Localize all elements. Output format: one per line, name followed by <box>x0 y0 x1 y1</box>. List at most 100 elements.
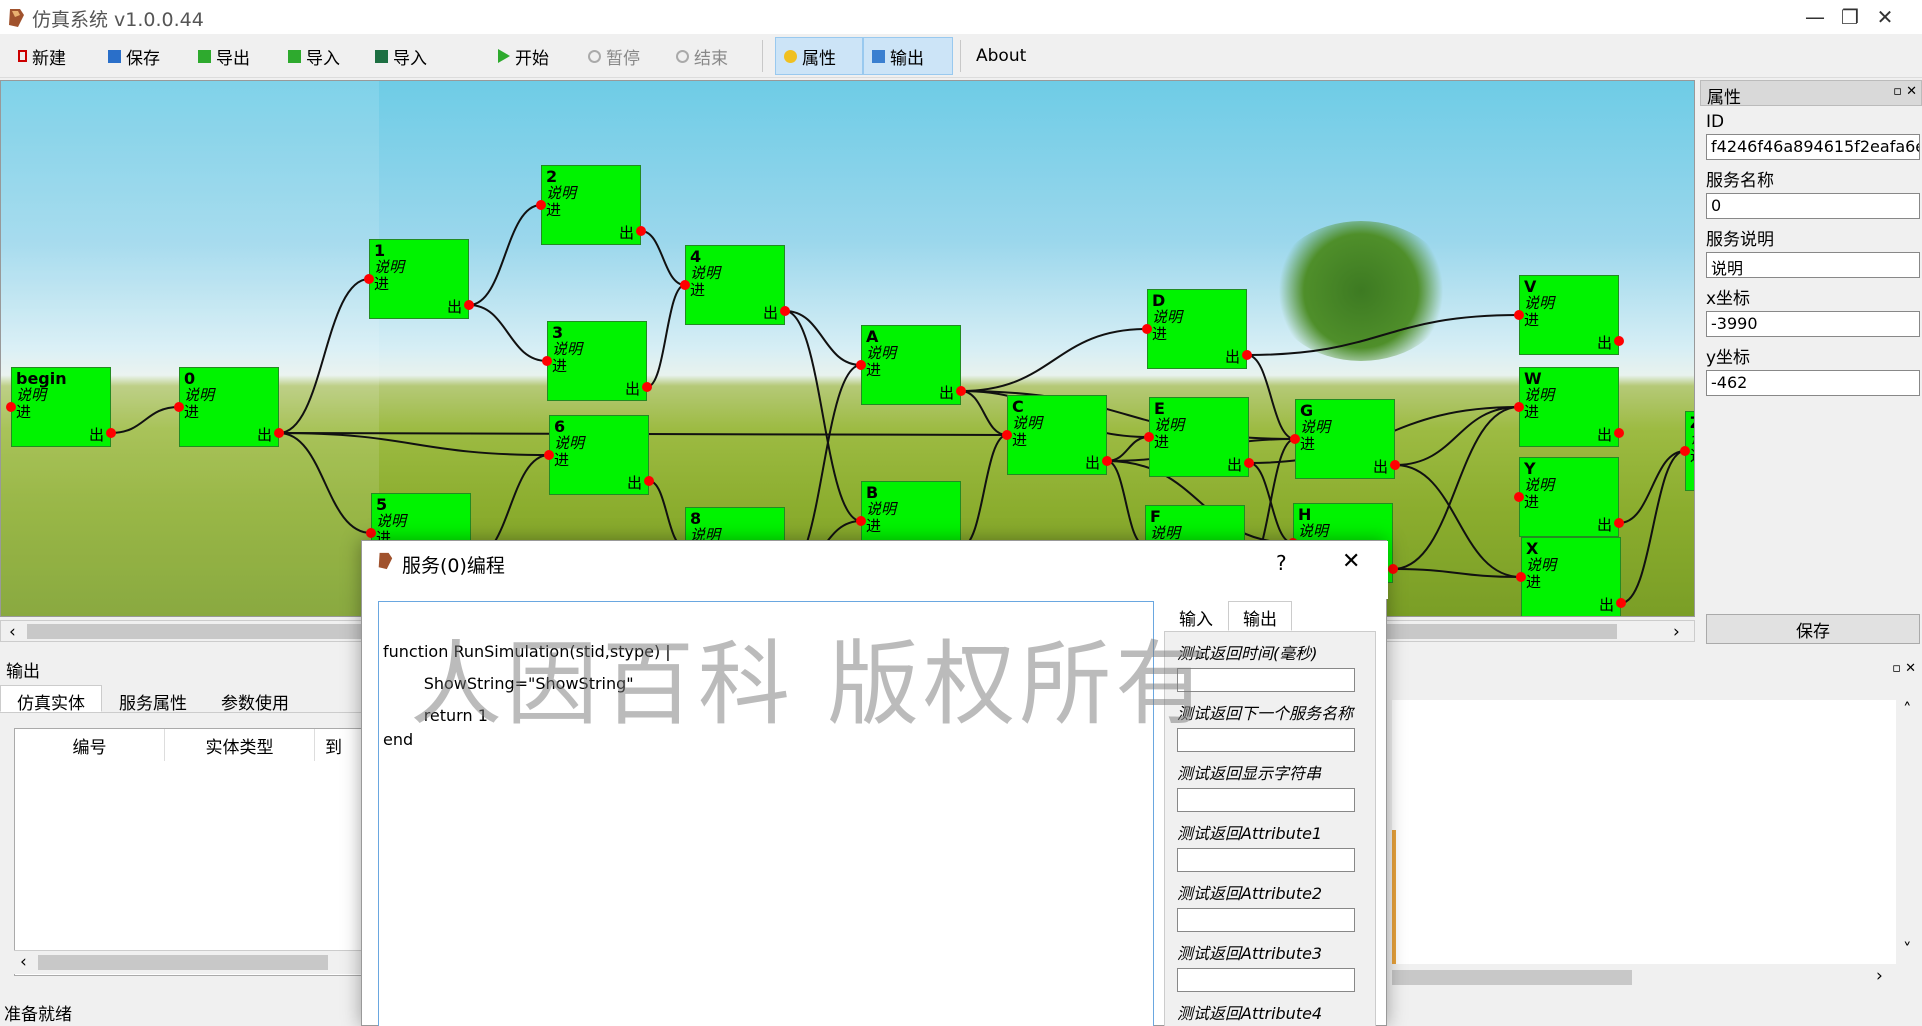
scroll-left-icon[interactable]: ‹ <box>9 622 16 642</box>
export-button[interactable]: 导出 <box>198 42 250 70</box>
scroll-down-icon[interactable]: ˅ <box>1903 940 1912 960</box>
properties-toggle[interactable]: 属性 <box>775 37 863 75</box>
node-E[interactable]: E 说明进出 <box>1149 397 1249 477</box>
node-6[interactable]: 6 说明进出 <box>549 415 649 495</box>
column-header-to[interactable]: 到 <box>315 729 363 761</box>
about-button[interactable]: About <box>976 42 1026 70</box>
input-port-dot[interactable] <box>1290 434 1300 444</box>
output-port-dot[interactable] <box>642 382 652 392</box>
next-service-input[interactable] <box>1177 728 1355 752</box>
output-port-dot[interactable] <box>956 386 966 396</box>
new-button[interactable]: 新建 <box>18 42 66 70</box>
attribute2-input[interactable] <box>1177 908 1355 932</box>
input-port-dot[interactable] <box>364 274 374 284</box>
start-button[interactable]: 开始 <box>498 42 549 70</box>
output-port-dot[interactable] <box>1102 456 1112 466</box>
node-2[interactable]: 2 说明进出 <box>541 165 641 245</box>
scroll-thumb[interactable] <box>38 955 328 970</box>
input-port-dot[interactable] <box>6 402 16 412</box>
node-D[interactable]: D 说明进出 <box>1147 289 1247 369</box>
x-coord-field[interactable]: -3990 <box>1706 311 1920 337</box>
output-log-hscroll[interactable]: › <box>1392 966 1896 988</box>
scroll-right-icon[interactable]: › <box>1876 966 1883 986</box>
scroll-up-icon[interactable]: ˄ <box>1903 700 1912 720</box>
tab-parameter-usage[interactable]: 参数使用 <box>204 685 306 714</box>
output-port-dot[interactable] <box>1614 428 1624 438</box>
input-port-dot[interactable] <box>680 280 690 290</box>
node-X[interactable]: X 说明进出 <box>1521 537 1621 616</box>
input-port-dot[interactable] <box>1680 446 1690 456</box>
column-header-entity-type[interactable]: 实体类型 <box>165 729 315 761</box>
display-string-input[interactable] <box>1177 788 1355 812</box>
output-toggle[interactable]: 输出 <box>863 37 953 75</box>
diagram-canvas[interactable]: begin说明进出0说明进出1说明进出2说明进出3说明进出5说明进出6说明进出7… <box>0 80 1695 617</box>
input-port-dot[interactable] <box>174 402 184 412</box>
entity-table-scrollbar[interactable]: ‹ <box>14 950 362 974</box>
input-port-dot[interactable] <box>544 450 554 460</box>
input-port-dot[interactable] <box>1142 324 1152 334</box>
input-port-dot[interactable] <box>1002 430 1012 440</box>
input-port-dot[interactable] <box>366 528 376 538</box>
scroll-thumb[interactable] <box>1392 970 1632 985</box>
output-port-dot[interactable] <box>1614 518 1624 528</box>
y-coord-field[interactable]: -462 <box>1706 370 1920 396</box>
output-port-dot[interactable] <box>1388 564 1398 574</box>
input-port-dot[interactable] <box>1516 572 1526 582</box>
tab-input[interactable]: 输入 <box>1164 601 1228 631</box>
output-port-dot[interactable] <box>274 428 284 438</box>
input-port-dot[interactable] <box>1514 402 1524 412</box>
input-port-dot[interactable] <box>542 356 552 366</box>
node-C[interactable]: C 说明进出 <box>1007 395 1107 475</box>
attribute3-input[interactable] <box>1177 968 1355 992</box>
tab-service-attributes[interactable]: 服务属性 <box>102 685 204 714</box>
node-Y[interactable]: Y 说明进出 <box>1519 457 1619 537</box>
excel-import-button[interactable]: 导入 <box>375 42 427 70</box>
input-port-dot[interactable] <box>856 360 866 370</box>
output-port-dot[interactable] <box>780 306 790 316</box>
output-port-dot[interactable] <box>106 428 116 438</box>
output-log-area[interactable] <box>1392 700 1896 964</box>
help-button[interactable]: ? <box>1276 551 1287 575</box>
save-button[interactable]: 保存 <box>108 42 160 70</box>
node-3[interactable]: 3 说明进出 <box>547 321 647 401</box>
node-0[interactable]: 0 说明进出 <box>179 367 279 447</box>
input-port-dot[interactable] <box>536 200 546 210</box>
close-window-button[interactable]: ✕ <box>1850 0 1920 34</box>
node-V[interactable]: V 说明进出 <box>1519 275 1619 355</box>
output-port-dot[interactable] <box>1244 458 1254 468</box>
output-port-dot[interactable] <box>464 300 474 310</box>
code-editor[interactable]: function RunSimulation(stid,stype) | Sho… <box>378 601 1154 1026</box>
input-port-dot[interactable] <box>1514 310 1524 320</box>
service-name-field[interactable]: 0 <box>1706 193 1920 219</box>
import-button[interactable]: 导入 <box>288 42 340 70</box>
input-port-dot[interactable] <box>1514 492 1524 502</box>
output-port-dot[interactable] <box>644 476 654 486</box>
output-port-dot[interactable] <box>1614 336 1624 346</box>
tab-sim-entities[interactable]: 仿真实体 <box>0 685 102 714</box>
scroll-left-icon[interactable]: ‹ <box>20 952 27 972</box>
column-header-id[interactable]: 编号 <box>15 729 165 761</box>
service-desc-field[interactable]: 说明 <box>1706 252 1920 278</box>
panel-pin-close-icon[interactable]: ▫ ✕ <box>1892 661 1916 676</box>
input-port-dot[interactable] <box>1144 432 1154 442</box>
stop-button[interactable]: 结束 <box>676 42 728 70</box>
tab-output[interactable]: 输出 <box>1228 601 1292 631</box>
properties-save-button[interactable]: 保存 <box>1706 614 1920 644</box>
output-port-dot[interactable] <box>1242 350 1252 360</box>
id-field[interactable]: f4246f46a894615f2eafa6e619 <box>1706 134 1920 160</box>
node-1[interactable]: 1 说明进出 <box>369 239 469 319</box>
output-port-dot[interactable] <box>1616 598 1626 608</box>
output-port-dot[interactable] <box>1390 460 1400 470</box>
output-log-vscroll[interactable]: ˄ ˅ <box>1898 700 1920 964</box>
panel-pin-close-icon[interactable]: ▫ ✕ <box>1893 84 1917 99</box>
pause-button[interactable]: 暂停 <box>588 42 640 70</box>
node-begin[interactable]: begin 说明进出 <box>11 367 111 447</box>
input-port-dot[interactable] <box>856 516 866 526</box>
attribute1-input[interactable] <box>1177 848 1355 872</box>
node-4[interactable]: 4 说明进出 <box>685 245 785 325</box>
scroll-right-icon[interactable]: › <box>1673 622 1680 642</box>
dialog-close-button[interactable]: ✕ <box>1342 549 1360 574</box>
return-time-input[interactable] <box>1177 668 1355 692</box>
node-G[interactable]: G 说明进出 <box>1295 399 1395 479</box>
output-port-dot[interactable] <box>636 226 646 236</box>
